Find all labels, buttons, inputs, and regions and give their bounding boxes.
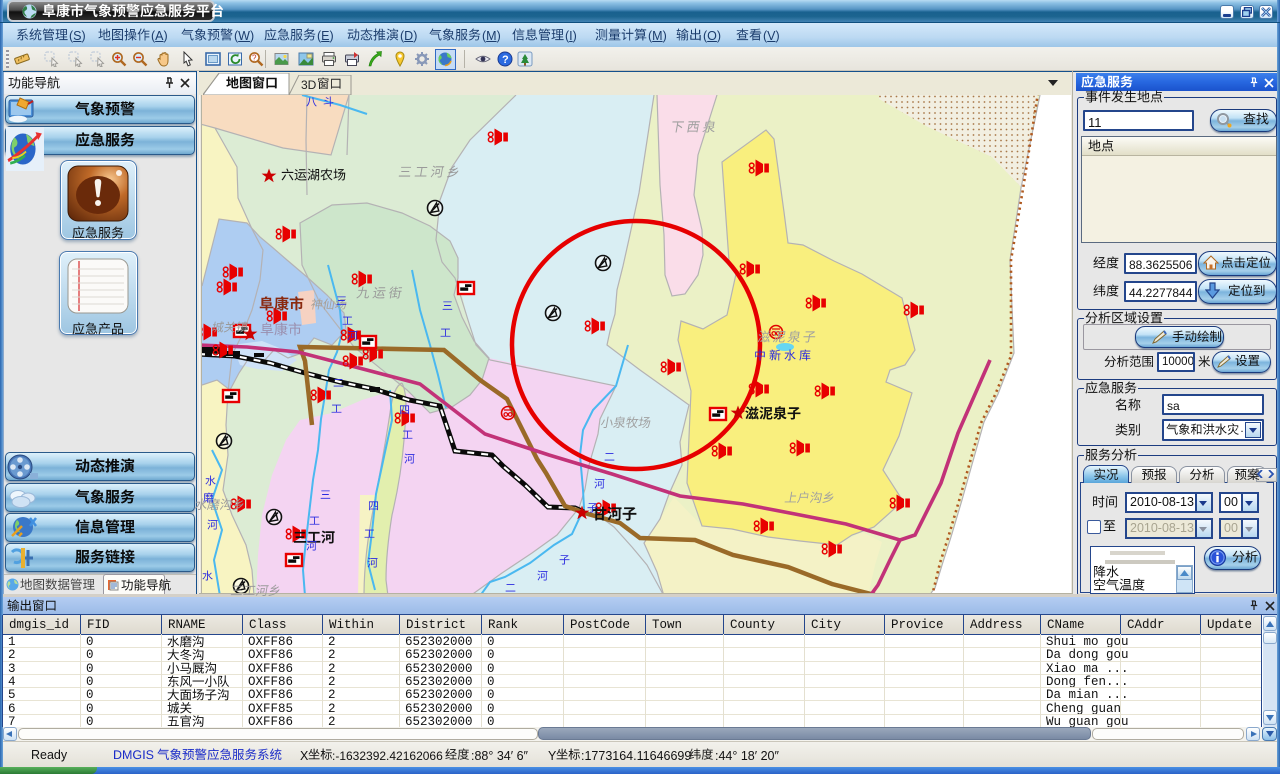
svg-text:?: ?: [502, 54, 509, 66]
svg-text:?: ?: [252, 54, 257, 63]
